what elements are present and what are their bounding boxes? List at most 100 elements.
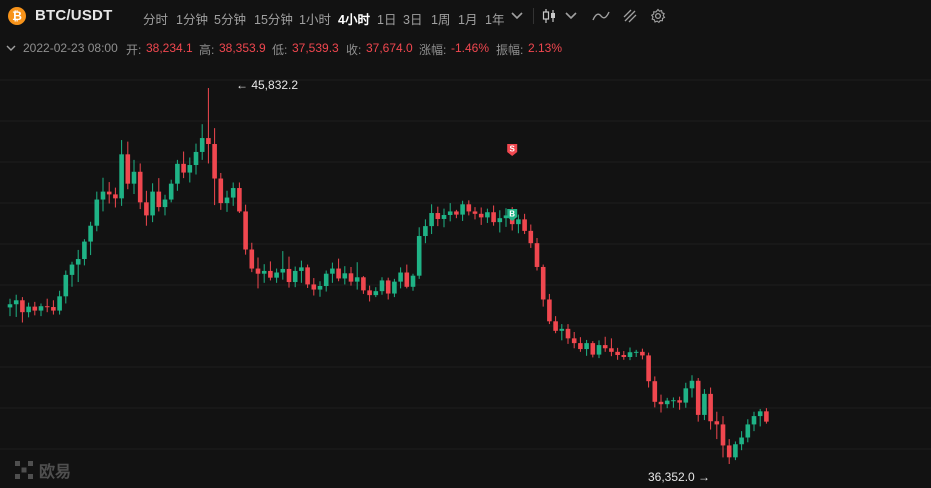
candle[interactable]: [299, 260, 304, 283]
candle[interactable]: [609, 338, 614, 357]
candle[interactable]: [187, 157, 193, 183]
candle[interactable]: [218, 172, 224, 210]
candle[interactable]: [125, 141, 131, 190]
candle[interactable]: [708, 387, 713, 430]
candle[interactable]: [230, 182, 236, 206]
candle[interactable]: [323, 270, 329, 292]
drawing-icon[interactable]: [620, 6, 640, 26]
candle[interactable]: [553, 316, 558, 334]
candle[interactable]: [559, 324, 565, 341]
candle[interactable]: [261, 264, 267, 283]
candle[interactable]: [460, 200, 465, 221]
chevron-down-icon[interactable]: [507, 6, 527, 26]
candle[interactable]: [522, 213, 527, 235]
candle[interactable]: [156, 178, 162, 212]
candle[interactable]: [392, 278, 397, 298]
candle[interactable]: [63, 270, 69, 304]
candle[interactable]: [144, 190, 149, 226]
chevron-down-icon[interactable]: [6, 41, 16, 55]
candle[interactable]: [714, 411, 720, 440]
candle[interactable]: [404, 264, 410, 289]
candle[interactable]: [565, 324, 571, 344]
candle[interactable]: [497, 210, 503, 233]
tab-4h[interactable]: 4小时: [338, 9, 370, 28]
candle[interactable]: [751, 411, 757, 432]
candle[interactable]: [671, 397, 676, 408]
candle[interactable]: [720, 416, 726, 458]
candle[interactable]: [224, 190, 230, 212]
tab-timeline[interactable]: 分时: [143, 9, 168, 28]
candle[interactable]: [94, 191, 100, 232]
candle[interactable]: [7, 298, 13, 317]
candle[interactable]: [385, 277, 391, 300]
tab-1y[interactable]: 1年: [485, 9, 504, 28]
candle[interactable]: [243, 204, 248, 255]
tab-3d[interactable]: 3日: [403, 9, 422, 28]
candle[interactable]: [683, 382, 689, 408]
candle[interactable]: [51, 300, 56, 315]
candle[interactable]: [745, 419, 751, 443]
candle[interactable]: [193, 143, 199, 175]
candle[interactable]: [106, 182, 112, 204]
candle[interactable]: [82, 239, 87, 266]
candle[interactable]: [100, 177, 106, 212]
candle[interactable]: [435, 206, 441, 227]
candle[interactable]: [658, 394, 664, 413]
candle[interactable]: [181, 151, 186, 179]
candle[interactable]: [590, 341, 596, 358]
candle[interactable]: [485, 208, 490, 223]
candle[interactable]: [757, 408, 763, 427]
candlestick-chart[interactable]: SB: [0, 60, 931, 488]
candle[interactable]: [733, 441, 738, 461]
chevron-down-icon[interactable]: [561, 6, 581, 26]
candle[interactable]: [150, 183, 155, 223]
settings-icon[interactable]: [648, 6, 668, 26]
tab-1d[interactable]: 1日: [377, 9, 396, 28]
candle[interactable]: [237, 182, 242, 214]
candle[interactable]: [646, 352, 651, 388]
candle[interactable]: [695, 378, 701, 422]
candle[interactable]: [627, 347, 633, 361]
candle[interactable]: [280, 251, 286, 280]
candle[interactable]: [286, 256, 292, 288]
candle[interactable]: [596, 340, 602, 359]
candle[interactable]: [162, 194, 168, 216]
candle[interactable]: [274, 268, 279, 283]
candle[interactable]: [664, 397, 670, 409]
candle[interactable]: [292, 266, 298, 288]
candle[interactable]: [584, 339, 589, 356]
candle[interactable]: [640, 348, 645, 360]
candle[interactable]: [379, 277, 385, 295]
candle[interactable]: [516, 214, 521, 234]
tab-1w[interactable]: 1周: [431, 9, 450, 28]
candle[interactable]: [268, 261, 273, 281]
candle[interactable]: [249, 242, 255, 273]
candle[interactable]: [689, 375, 695, 398]
candle[interactable]: [32, 301, 38, 316]
candle[interactable]: [739, 431, 744, 451]
candle[interactable]: [330, 262, 335, 283]
candle[interactable]: [348, 266, 354, 286]
candle[interactable]: [367, 285, 372, 302]
tab-5min[interactable]: 5分钟: [214, 9, 246, 28]
candle[interactable]: [26, 302, 31, 318]
candle[interactable]: [131, 159, 137, 194]
candle[interactable]: [534, 238, 540, 271]
candle[interactable]: [472, 207, 478, 220]
candle[interactable]: [478, 207, 484, 225]
candle[interactable]: [429, 204, 434, 235]
candle[interactable]: [441, 208, 447, 228]
candle[interactable]: [416, 227, 422, 279]
candle[interactable]: [206, 88, 211, 164]
tab-1mo[interactable]: 1月: [458, 9, 477, 28]
candle[interactable]: [20, 297, 25, 323]
candle[interactable]: [726, 439, 732, 464]
candle[interactable]: [44, 298, 50, 313]
tab-1h[interactable]: 1小时: [299, 9, 331, 28]
candle[interactable]: [342, 266, 348, 285]
candle[interactable]: [602, 336, 608, 352]
candle[interactable]: [38, 303, 44, 317]
candle[interactable]: [212, 128, 217, 206]
candle[interactable]: [336, 258, 341, 282]
candle[interactable]: [175, 159, 180, 191]
